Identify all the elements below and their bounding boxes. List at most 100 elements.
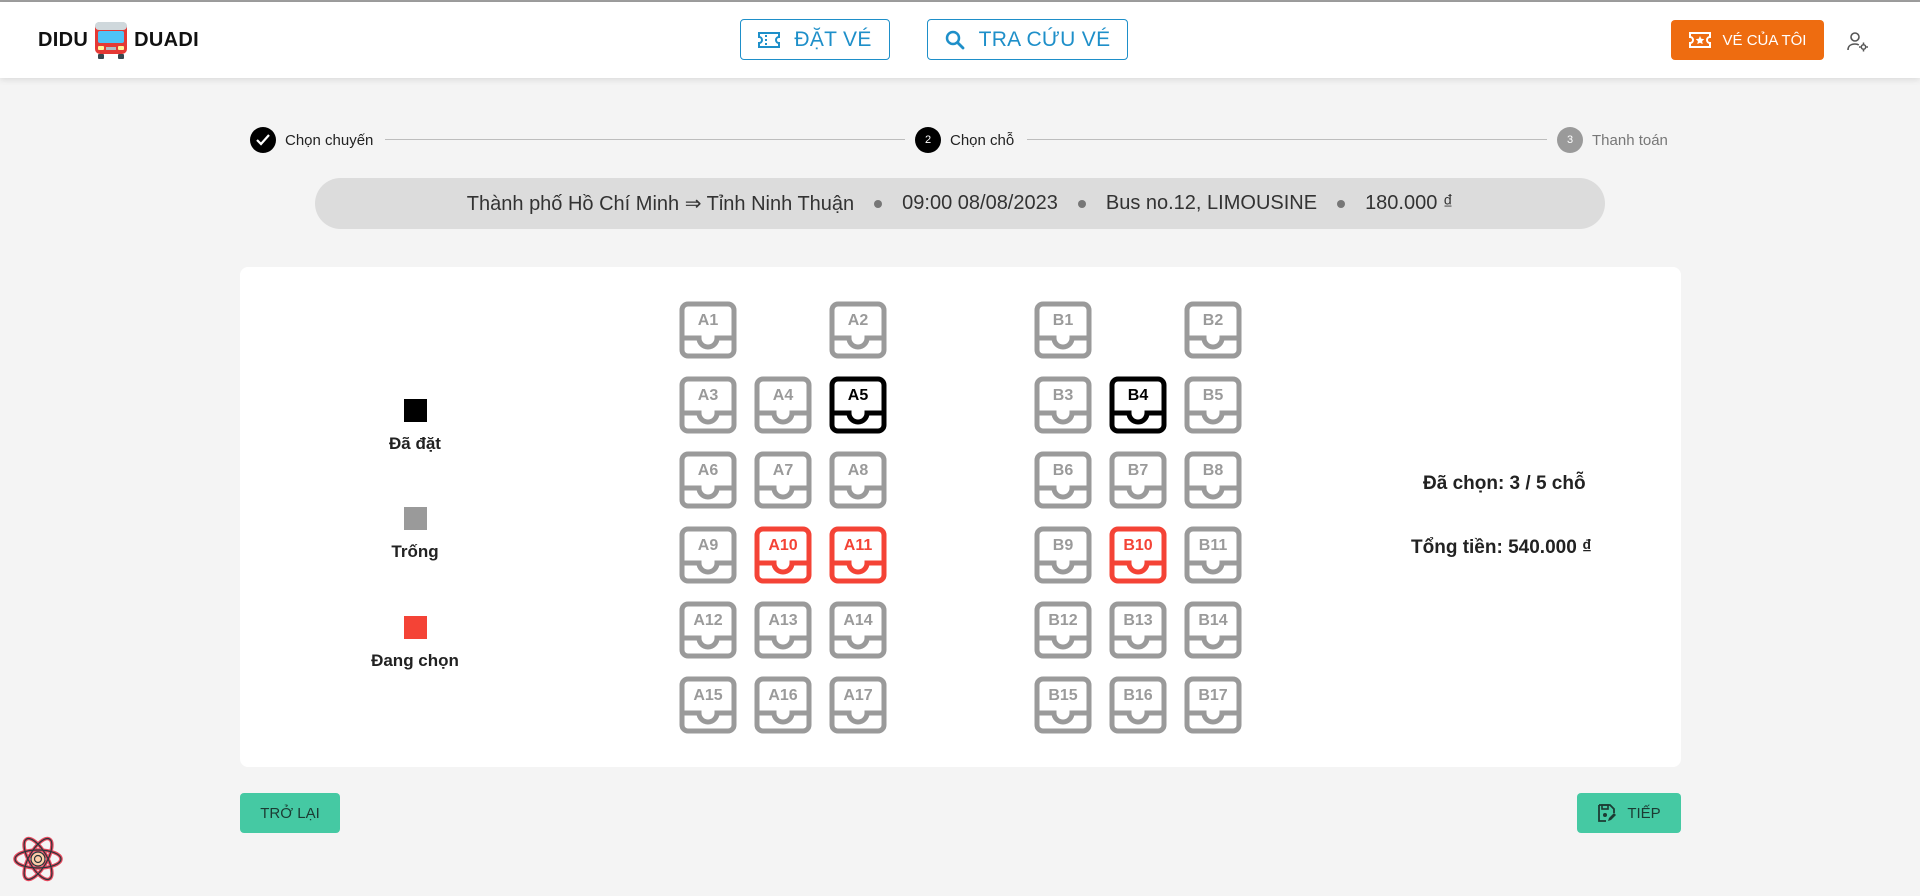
check-icon <box>256 134 270 146</box>
separator-dot <box>874 199 883 208</box>
seat-icon <box>679 601 737 659</box>
seat-b1[interactable]: B1 <box>1034 301 1092 359</box>
legend-swatch-empty <box>403 507 427 530</box>
seat-icon <box>829 451 887 509</box>
bus-icon <box>95 22 128 59</box>
seat-icon <box>1034 676 1092 734</box>
seat-a8[interactable]: A8 <box>829 451 887 509</box>
seat-a11[interactable]: A11 <box>829 526 887 584</box>
seat-a13[interactable]: A13 <box>754 601 812 659</box>
seat-a10[interactable]: A10 <box>754 526 812 584</box>
seat-label: B17 <box>1198 687 1228 704</box>
seat-icon <box>1034 526 1092 584</box>
seat-label: B7 <box>1127 462 1149 479</box>
save-edit-icon <box>1598 804 1617 822</box>
ticket-icon <box>758 31 781 48</box>
seat-label: A8 <box>847 462 869 479</box>
seat-label: B2 <box>1202 312 1224 329</box>
logo-text-left: DIDU <box>38 28 89 51</box>
seat-icon <box>1184 451 1242 509</box>
seat-b3[interactable]: B3 <box>1034 376 1092 434</box>
ticket-star-icon <box>1688 32 1711 48</box>
seat-b8[interactable]: B8 <box>1184 451 1242 509</box>
step-number: 3 <box>1557 127 1583 153</box>
trip-route: Thành phố Hồ Chí Minh ⇒ Tỉnh Ninh Thuận <box>466 193 855 215</box>
seat-b12[interactable]: B12 <box>1034 601 1092 659</box>
seat-b14[interactable]: B14 <box>1184 601 1242 659</box>
seat-icon <box>679 526 737 584</box>
legend-swatch-booked <box>403 399 427 422</box>
logo[interactable]: DIDU DUADI <box>38 18 199 62</box>
seat-label: A12 <box>693 612 723 629</box>
seat-icon <box>1184 301 1242 359</box>
seat-b7[interactable]: B7 <box>1109 451 1167 509</box>
seat-a3[interactable]: A3 <box>679 376 737 434</box>
legend-label: Đã đặt <box>389 434 441 453</box>
seat-label: A15 <box>693 687 723 704</box>
seat-a17[interactable]: A17 <box>829 676 887 734</box>
lookup-ticket-label: TRA CỨU VÉ <box>978 27 1111 51</box>
seat-label: B5 <box>1202 387 1224 404</box>
seat-b9[interactable]: B9 <box>1034 526 1092 584</box>
seat-icon <box>1034 451 1092 509</box>
book-ticket-button[interactable]: ĐẶT VÉ <box>740 19 890 60</box>
seat-icon <box>1109 451 1167 509</box>
seat-b15[interactable]: B15 <box>1034 676 1092 734</box>
trip-summary-bar: Thành phố Hồ Chí Minh ⇒ Tỉnh Ninh Thuận … <box>315 178 1605 229</box>
my-tickets-button[interactable]: VÉ CỦA TÔI <box>1671 20 1824 60</box>
seat-a16[interactable]: A16 <box>754 676 812 734</box>
selected-count: Đã chọn: 3 / 5 chỗ <box>1423 473 1586 494</box>
seat-icon <box>1109 376 1167 434</box>
seat-label: A4 <box>772 387 794 404</box>
seat-label: A6 <box>697 462 719 479</box>
seat-b11[interactable]: B11 <box>1184 526 1242 584</box>
seat-b17[interactable]: B17 <box>1184 676 1242 734</box>
seat-icon <box>1034 376 1092 434</box>
seat-b2[interactable]: B2 <box>1184 301 1242 359</box>
legend-swatch-selecting <box>403 616 427 639</box>
seat-a2[interactable]: A2 <box>829 301 887 359</box>
react-devtools-icon[interactable] <box>12 833 64 885</box>
seat-a7[interactable]: A7 <box>754 451 812 509</box>
seat-b16[interactable]: B16 <box>1109 676 1167 734</box>
step-label: Thanh toán <box>1592 131 1668 149</box>
seat-label: A3 <box>697 387 719 404</box>
seat-b6[interactable]: B6 <box>1034 451 1092 509</box>
seat-label: B3 <box>1052 387 1074 404</box>
trip-datetime: 09:00 08/08/2023 <box>902 192 1058 214</box>
logo-text-right: DUADI <box>134 28 199 51</box>
seat-a14[interactable]: A14 <box>829 601 887 659</box>
seat-a9[interactable]: A9 <box>679 526 737 584</box>
seat-icon <box>1184 376 1242 434</box>
seat-b10[interactable]: B10 <box>1109 526 1167 584</box>
seat-icon <box>679 301 737 359</box>
total-price: Tổng tiền: 540.000 ₫ <box>1411 537 1592 558</box>
seat-b5[interactable]: B5 <box>1184 376 1242 434</box>
seat-a6[interactable]: A6 <box>679 451 737 509</box>
header: DIDU DUADI ĐẶT VÉ TRA CỨU VÉ VÉ CỦA TÔI <box>0 2 1920 78</box>
next-button[interactable]: TIẾP <box>1577 793 1681 833</box>
seat-icon <box>754 526 812 584</box>
seat-label: A14 <box>843 612 873 629</box>
seat-icon <box>1109 526 1167 584</box>
seat-a12[interactable]: A12 <box>679 601 737 659</box>
seat-a1[interactable]: A1 <box>679 301 737 359</box>
seat-icon <box>679 676 737 734</box>
lookup-ticket-button[interactable]: TRA CỨU VÉ <box>927 19 1128 60</box>
seat-icon <box>1184 601 1242 659</box>
seat-icon <box>1184 676 1242 734</box>
seat-icon <box>754 601 812 659</box>
legend-selecting: Đang chọn <box>355 616 475 671</box>
back-button[interactable]: TRỞ LẠI <box>240 793 340 833</box>
seat-icon <box>829 301 887 359</box>
seat-label: B12 <box>1048 612 1078 629</box>
seat-a4[interactable]: A4 <box>754 376 812 434</box>
user-settings-icon[interactable] <box>1847 31 1869 53</box>
seat-icon <box>754 451 812 509</box>
seat-label: B9 <box>1052 537 1074 554</box>
seat-icon <box>679 376 737 434</box>
seat-b13[interactable]: B13 <box>1109 601 1167 659</box>
seat-a15[interactable]: A15 <box>679 676 737 734</box>
legend-label: Đang chọn <box>371 651 459 670</box>
seat-icon <box>754 376 812 434</box>
